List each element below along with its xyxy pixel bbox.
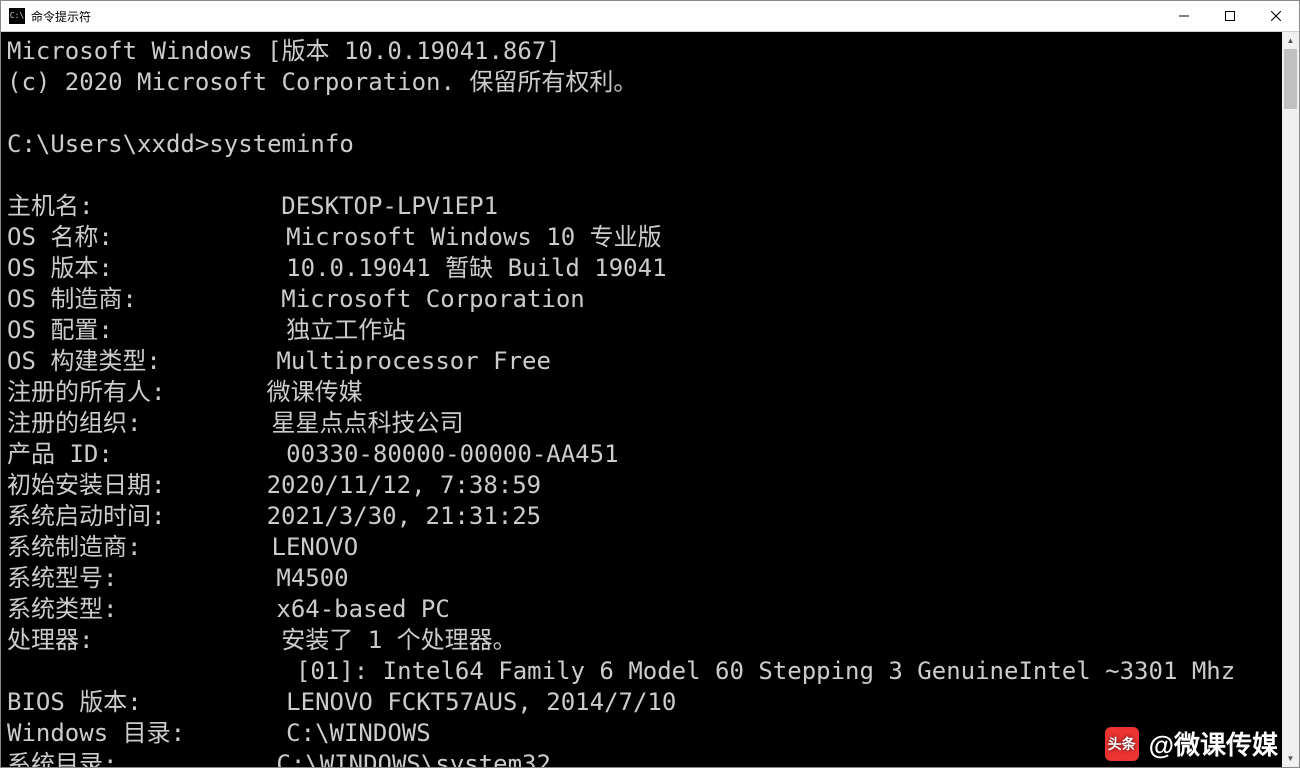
minimize-icon bbox=[1179, 11, 1189, 21]
vertical-scrollbar[interactable]: ▲ ▼ bbox=[1282, 32, 1299, 767]
scroll-track[interactable] bbox=[1282, 49, 1299, 750]
titlebar[interactable]: C:\ 命令提示符 bbox=[1, 1, 1299, 32]
minimize-button[interactable] bbox=[1161, 1, 1207, 31]
cmd-icon: C:\ bbox=[9, 8, 25, 24]
watermark: 头条 @微课传媒 bbox=[1105, 725, 1278, 762]
terminal-output[interactable]: Microsoft Windows [版本 10.0.19041.867] (c… bbox=[1, 32, 1282, 767]
scroll-thumb[interactable] bbox=[1284, 49, 1297, 109]
watermark-logo-icon: 头条 bbox=[1105, 727, 1139, 761]
close-button[interactable] bbox=[1253, 1, 1299, 31]
close-icon bbox=[1271, 11, 1281, 21]
window-title: 命令提示符 bbox=[31, 8, 91, 25]
watermark-text: @微课传媒 bbox=[1149, 725, 1278, 762]
command-prompt-window: C:\ 命令提示符 Microsoft Windows [版本 10.0.190… bbox=[0, 0, 1300, 768]
scroll-up-button[interactable]: ▲ bbox=[1282, 32, 1299, 49]
maximize-button[interactable] bbox=[1207, 1, 1253, 31]
scroll-down-button[interactable]: ▼ bbox=[1282, 750, 1299, 767]
client-area: Microsoft Windows [版本 10.0.19041.867] (c… bbox=[1, 32, 1299, 767]
maximize-icon bbox=[1225, 11, 1235, 21]
